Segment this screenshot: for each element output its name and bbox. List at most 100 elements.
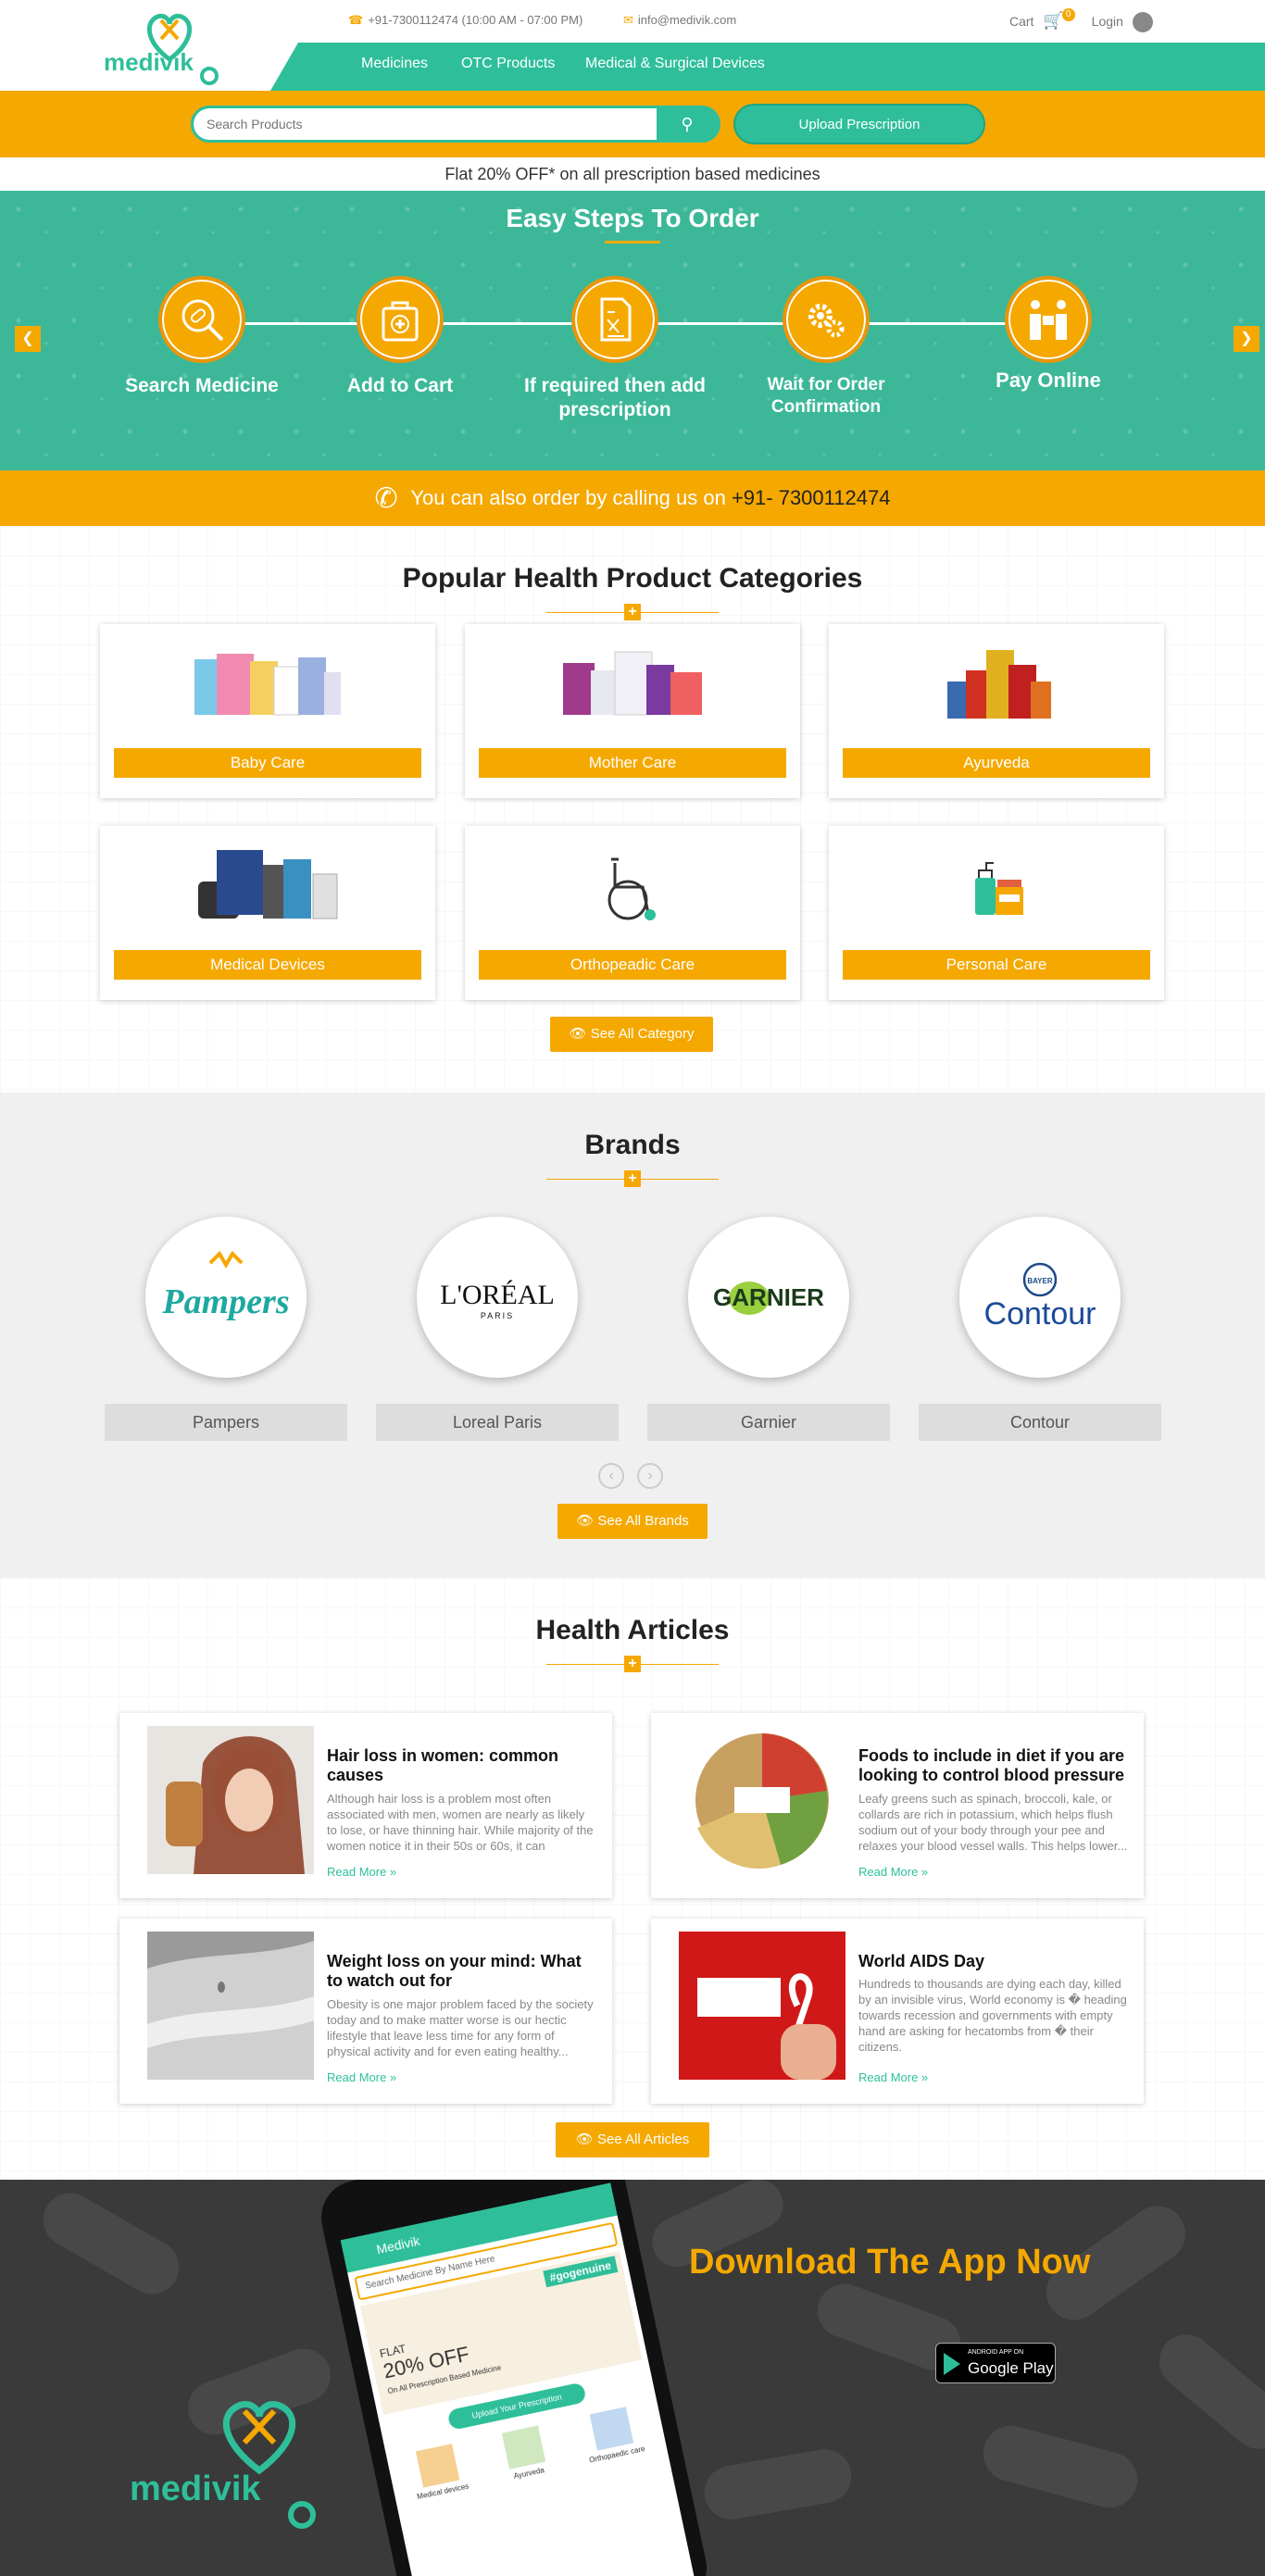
eye-icon: 👁 <box>575 2132 594 2147</box>
eye-icon: 👁 <box>569 1026 587 1042</box>
phone-text: +91-7300112474 (10:00 AM - 07:00 PM) <box>368 13 583 27</box>
medivik-logo[interactable]: medivik <box>100 6 239 89</box>
article-excerpt: Leafy greens such as spinach, broccoli, … <box>858 1792 1128 1853</box>
wheelchair-icon <box>607 857 656 920</box>
medivik-logo[interactable]: medivik <box>130 2396 352 2535</box>
categories-section: Popular Health Product Categories + Baby… <box>0 526 1265 1093</box>
step-label: If required then add prescription <box>523 375 706 420</box>
steps-prev-arrow[interactable]: ❮ <box>15 326 41 352</box>
pampers-logo: Pampers <box>145 1217 307 1378</box>
mother-care-products-image <box>563 651 702 716</box>
read-more-link[interactable]: Read More » <box>858 1865 928 1879</box>
step-label: Search Medicine <box>125 375 279 396</box>
search-input[interactable] <box>194 108 657 140</box>
steps-next-arrow[interactable]: ❯ <box>1234 326 1259 352</box>
category-card-personal-care[interactable]: Personal Care <box>829 826 1164 1000</box>
svg-text:medivik: medivik <box>104 48 194 76</box>
plus-icon: + <box>624 604 641 620</box>
user-icon <box>1132 12 1153 33</box>
article-title[interactable]: Weight loss on your mind: What to watch … <box>327 1952 595 1991</box>
section-title: Brands <box>584 1130 681 1160</box>
svg-text:Contour: Contour <box>984 1296 1096 1332</box>
category-label: Medical Devices <box>114 950 421 980</box>
call-number[interactable]: +91- 7300112474 <box>732 486 890 509</box>
upload-prescription-button[interactable]: Upload Prescription <box>735 106 983 143</box>
magnifier-pill-icon <box>158 276 245 363</box>
article-title[interactable]: Foods to include in diet if you are look… <box>858 1746 1127 1785</box>
email-info[interactable]: ✉ info@medivik.com <box>623 13 755 27</box>
category-card-baby-care[interactable]: Baby Care <box>100 624 435 798</box>
contact-info: ☎ +91-7300112474 (10:00 AM - 07:00 PM) ✉ i… <box>348 13 773 28</box>
see-all-category-button[interactable]: 👁 See All Category <box>550 1017 713 1052</box>
eye-icon: 👁 <box>576 1513 595 1529</box>
see-all-articles-button[interactable]: 👁 See All Articles <box>556 2122 709 2157</box>
svg-text:BAYER: BAYER <box>1027 1277 1052 1285</box>
cart-icon: 🛒 <box>1043 11 1064 30</box>
article-image-world-aids-day <box>679 1932 845 2080</box>
brand-card-pampers[interactable]: Pampers Pampers <box>105 1217 347 1441</box>
phone-app-title: Medivik <box>374 2232 421 2257</box>
section-title: Health Articles <box>535 1615 730 1645</box>
button-label: See All Category <box>590 1026 695 1042</box>
article-excerpt: Although hair loss is a problem most oft… <box>327 1792 594 1853</box>
search-box: ⚲ <box>191 106 720 143</box>
google-play-badge[interactable]: ANDROID APP ON Google Play <box>935 2343 1056 2383</box>
read-more-link[interactable]: Read More » <box>858 2070 928 2084</box>
see-all-brands-button[interactable]: 👁 See All Brands <box>557 1504 708 1539</box>
login-label: Login <box>1091 14 1123 29</box>
chevron-right-icon: › <box>647 1468 653 1483</box>
brand-card-garnier[interactable]: GARNIER Garnier <box>647 1217 890 1441</box>
nav-medical-devices[interactable]: Medical & Surgical Devices <box>585 56 765 72</box>
search-button[interactable]: ⚲ <box>657 108 718 140</box>
step-pay-online: Pay Online <box>946 276 1150 393</box>
gplay-small-text: ANDROID APP ON <box>968 2349 1024 2356</box>
site-header: medivik ☎ +91-7300112474 (10:00 AM - 07:0… <box>0 0 1265 91</box>
phone-category: Orthopaedic care <box>580 2405 645 2465</box>
search-bar: ⚲ Upload Prescription <box>0 91 1265 157</box>
main-nav: Medicines OTC Products Medical & Surgica… <box>270 43 1265 91</box>
step-label: Add to Cart <box>346 375 454 396</box>
nav-medicines[interactable]: Medicines <box>361 56 428 72</box>
article-title[interactable]: Hair loss in women: common causes <box>327 1746 595 1785</box>
personal-care-icon <box>975 862 1023 915</box>
phone-info[interactable]: ☎ +91-7300112474 (10:00 AM - 07:00 PM) <box>348 13 601 27</box>
article-card[interactable]: Foods to include in diet if you are look… <box>651 1713 1144 1898</box>
nav-otc-products[interactable]: OTC Products <box>461 56 555 72</box>
read-more-link[interactable]: Read More » <box>327 1865 396 1879</box>
button-label: See All Brands <box>597 1513 689 1529</box>
brand-name: Loreal Paris <box>376 1404 619 1441</box>
play-store-icon <box>944 2353 960 2375</box>
gplay-big-text: Google Play <box>968 2359 1054 2377</box>
section-divider: + <box>546 604 719 622</box>
category-card-ayurveda[interactable]: Ayurveda <box>829 624 1164 798</box>
button-label: See All Articles <box>597 2132 690 2147</box>
category-card-orthopeadic-care[interactable]: Orthopeadic Care <box>465 826 800 1000</box>
article-card[interactable]: Hair loss in women: common causes Althou… <box>119 1713 612 1898</box>
chevron-left-icon: ‹ <box>608 1468 614 1483</box>
articles-section: Health Articles + Hair loss in women: co… <box>0 1578 1265 2180</box>
category-card-mother-care[interactable]: Mother Care <box>465 624 800 798</box>
section-divider: + <box>546 1656 719 1674</box>
brand-name: Contour <box>919 1404 1161 1441</box>
brand-card-loreal[interactable]: L'ORÉAL PARIS Loreal Paris <box>376 1217 619 1441</box>
article-image-hair-loss <box>147 1726 314 1874</box>
section-divider: + <box>546 1170 719 1189</box>
step-add-prescription: If required then add prescription <box>513 276 717 422</box>
brand-card-contour[interactable]: BAYER Contour Contour <box>919 1217 1161 1441</box>
login-link[interactable]: Login <box>1091 12 1153 33</box>
app-download-title: Download The App Now <box>689 2243 1091 2282</box>
read-more-link[interactable]: Read More » <box>327 2070 396 2084</box>
ayurveda-products-image <box>947 650 1051 719</box>
category-card-medical-devices[interactable]: Medical Devices <box>100 826 435 1000</box>
phone-banner-tag: #gogenuine <box>543 2256 619 2288</box>
article-title[interactable]: World AIDS Day <box>858 1952 1127 1971</box>
plus-icon: + <box>624 1170 641 1187</box>
cart-link[interactable]: Cart 🛒 0 <box>1009 8 1075 30</box>
brands-next-button[interactable]: › <box>637 1463 663 1489</box>
svg-text:PARIS: PARIS <box>481 1311 514 1320</box>
medical-bag-icon <box>357 276 444 363</box>
brands-prev-button[interactable]: ‹ <box>598 1463 624 1489</box>
article-card[interactable]: World AIDS Day Hundreds to thousands are… <box>651 1919 1144 2104</box>
medical-devices-image <box>198 850 338 919</box>
article-card[interactable]: Weight loss on your mind: What to watch … <box>119 1919 612 2104</box>
